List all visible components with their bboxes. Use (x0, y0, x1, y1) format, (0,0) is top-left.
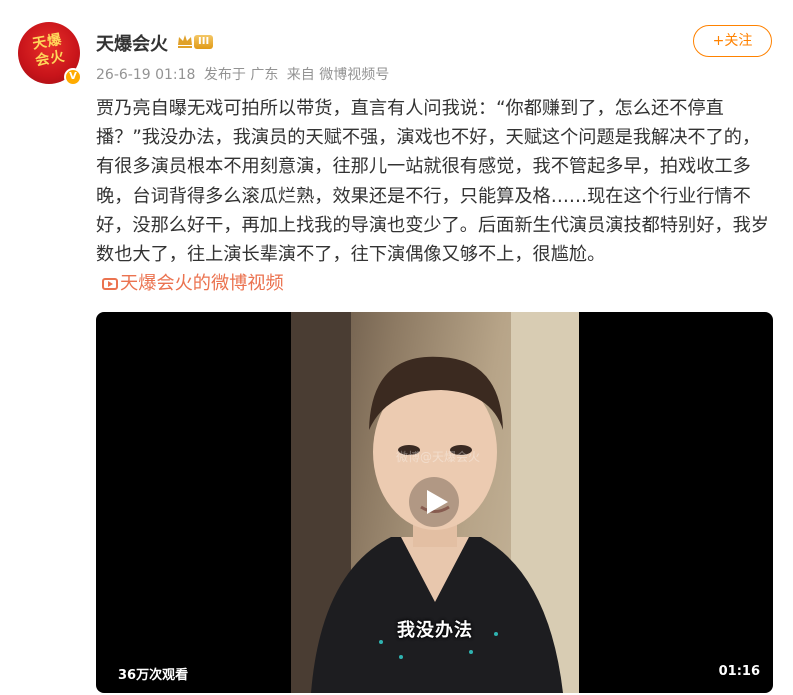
play-button[interactable] (409, 477, 459, 527)
avatar-logo-text: 天爆 会火 (31, 31, 67, 70)
view-count: 36万次观看 (118, 668, 189, 683)
post-location: 发布于 广东 (203, 67, 279, 83)
post-timestamp[interactable]: 26-6-19 01:18 (96, 67, 195, 83)
author-name[interactable]: 天爆会火 (96, 30, 168, 56)
video-player[interactable]: 我没办法 微博@天爆会火 36万次观看 01:16 (96, 312, 773, 693)
video-watermark: 微博@天爆会火 (396, 450, 481, 464)
video-icon (102, 278, 118, 291)
verified-badge: V (64, 68, 82, 86)
video-duration: 01:16 (718, 664, 760, 679)
post-body-text: 贾乃亮自曝无戏可拍所以带货，直言有人问我说：“你都赚到了，怎么还不停直播？”我没… (96, 98, 769, 266)
post-content: 贾乃亮自曝无戏可拍所以带货，直言有人问我说：“你都赚到了，怎么还不停直播？”我没… (96, 94, 772, 298)
video-source-link-label: 天爆会火的微博视频 (120, 273, 284, 295)
post-source: 来自 微博视频号 (286, 67, 390, 83)
level-badge: III (194, 35, 214, 49)
video-source-link[interactable]: 天爆会火的微博视频 (96, 273, 284, 294)
crown-icon (178, 35, 192, 48)
video-subtitle: 我没办法 (397, 620, 473, 641)
follow-button[interactable]: +关注 (693, 25, 772, 57)
post-meta: 26-6-19 01:18 发布于 广东 来自 微博视频号 (96, 64, 393, 84)
